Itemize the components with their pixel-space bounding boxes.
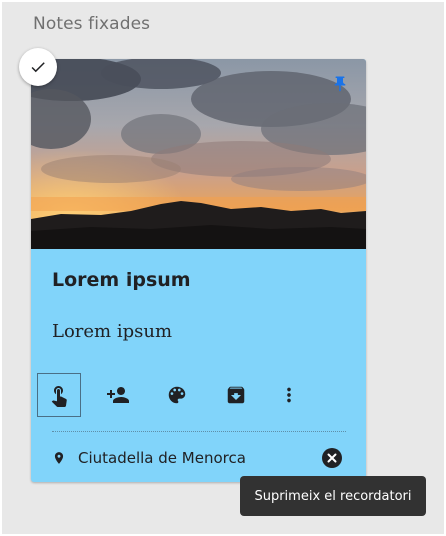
remind-me-button[interactable] — [37, 373, 81, 417]
remove-reminder-button[interactable] — [320, 446, 344, 470]
touch-reminder-icon — [51, 386, 67, 407]
tooltip: Suprimeix el recordatori — [240, 476, 426, 516]
cancel-circle-icon — [322, 448, 342, 468]
reminder-chip[interactable]: Ciutadella de Menorca — [52, 445, 246, 471]
pin-button[interactable] — [329, 73, 351, 95]
check-icon — [31, 62, 45, 73]
section-title: Notes fixades — [33, 14, 151, 34]
note-toolbar — [31, 371, 366, 421]
pin-icon — [334, 76, 346, 92]
note-title[interactable]: Lorem ipsum — [52, 269, 191, 291]
select-note-checkbox[interactable] — [19, 48, 57, 86]
add-collaborator-icon — [107, 387, 129, 403]
reminder-divider — [52, 431, 346, 432]
note-card[interactable]: Lorem ipsum Lorem ipsum Ciutadella de Me… — [31, 59, 366, 482]
reminder-location-label: Ciutadella de Menorca — [78, 449, 246, 467]
sunset-landscape-image — [31, 59, 366, 249]
note-body[interactable]: Lorem ipsum — [52, 321, 172, 342]
location-pin-icon — [54, 452, 64, 464]
more-options-button[interactable] — [267, 373, 311, 417]
archive-button[interactable] — [214, 373, 258, 417]
palette-icon — [168, 386, 186, 404]
change-color-button[interactable] — [155, 373, 199, 417]
more-vert-icon — [287, 387, 291, 403]
collaborator-button[interactable] — [96, 373, 140, 417]
archive-icon — [227, 386, 245, 404]
